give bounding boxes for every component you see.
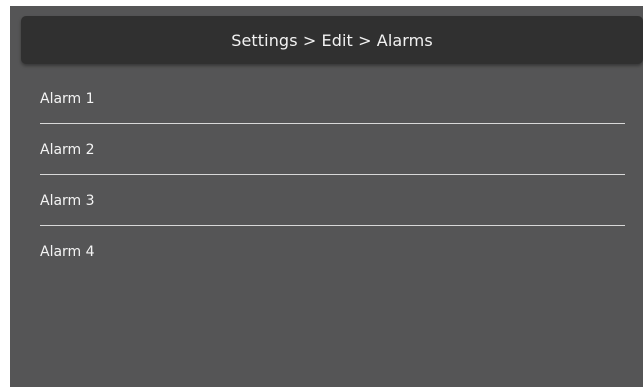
breadcrumb: Settings > Edit > Alarms	[231, 30, 433, 50]
alarm-item-4[interactable]: Alarm 4	[40, 226, 625, 277]
alarm-list: Alarm 1 Alarm 2 Alarm 3 Alarm 4	[40, 73, 625, 277]
alarm-item-label: Alarm 3	[40, 193, 95, 209]
alarm-item-label: Alarm 4	[40, 244, 95, 260]
alarm-item-label: Alarm 1	[40, 91, 95, 107]
alarm-item-2[interactable]: Alarm 2	[40, 124, 625, 175]
alarm-item-1[interactable]: Alarm 1	[40, 73, 625, 124]
alarms-screen: Settings > Edit > Alarms Alarm 1 Alarm 2…	[10, 6, 643, 387]
header-bar: Settings > Edit > Alarms	[21, 16, 643, 64]
alarm-item-3[interactable]: Alarm 3	[40, 175, 625, 226]
alarm-item-label: Alarm 2	[40, 142, 95, 158]
